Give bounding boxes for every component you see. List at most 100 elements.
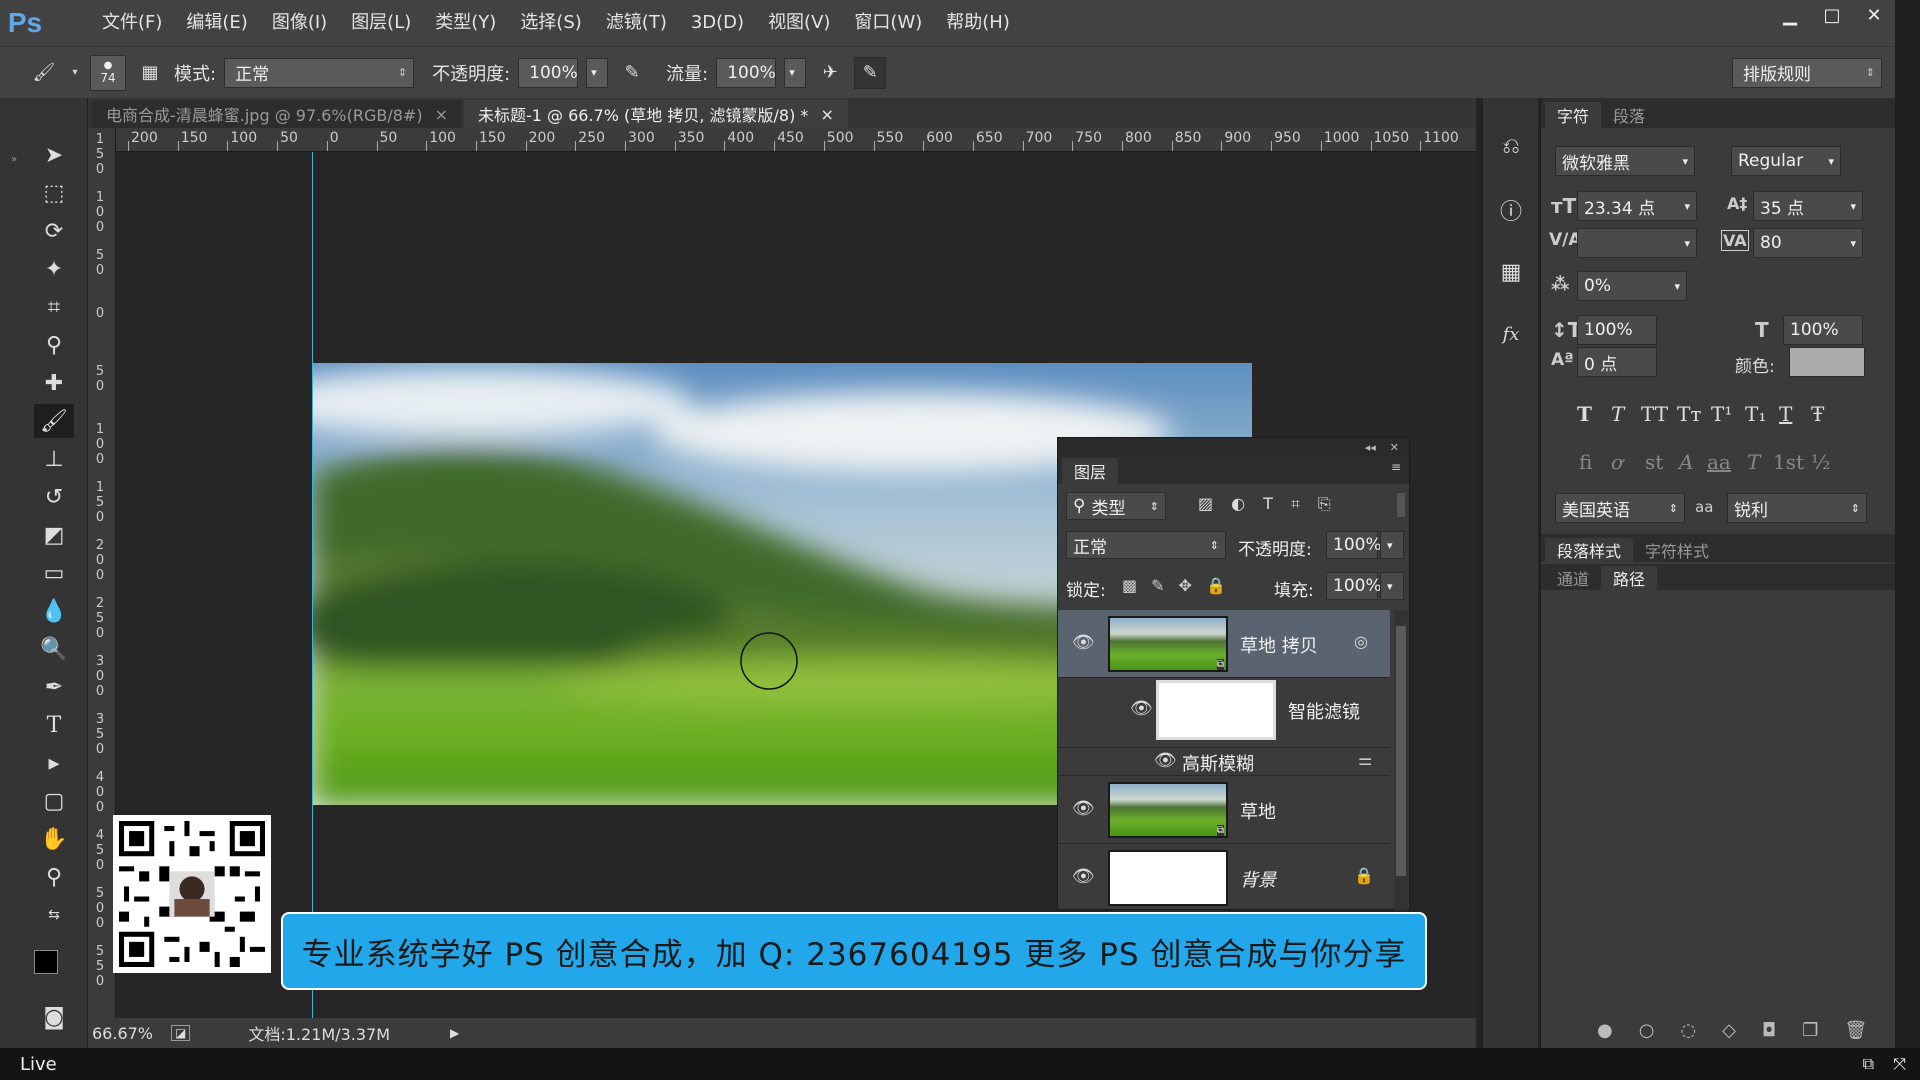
lock-position-icon[interactable]: ✥ [1179, 576, 1192, 595]
filter-shape-icon[interactable]: ⌗ [1291, 494, 1300, 514]
horizontal-ruler[interactable]: 200 150 100 50 0 50 100 150 200 250 300 350 400 450 50… [116, 128, 1476, 152]
stroke-path-icon[interactable]: ○ [1639, 1020, 1655, 1041]
vertical-scale-input[interactable]: 100% [1577, 315, 1657, 345]
history-brush-tool-icon[interactable]: ↺ [34, 480, 74, 514]
strikethrough-button[interactable]: Ŧ [1811, 402, 1824, 426]
path-select-tool-icon[interactable]: ▸ [34, 746, 74, 780]
tab-document-1[interactable]: 电商合成-清晨蜂蜜.jpg @ 97.6%(RGB/8#) × [92, 100, 462, 128]
brush-panel-toggle-icon[interactable]: ▦ [134, 57, 166, 89]
layer-row-gaussian-blur[interactable]: 👁 高斯模糊 ⚌ [1058, 748, 1390, 776]
eye-icon[interactable]: 👁 [1130, 698, 1153, 719]
language-select[interactable]: 美国英语 ⇕ [1555, 493, 1685, 523]
opacity-input[interactable]: 100% [518, 57, 579, 88]
filter-toggle[interactable] [1397, 493, 1405, 517]
horizontal-scale-input[interactable]: 100% [1783, 315, 1863, 345]
filter-adjustment-icon[interactable]: ◐ [1231, 494, 1245, 514]
menu-type[interactable]: 类型(Y) [423, 0, 508, 46]
close-icon[interactable]: ✕ [1853, 0, 1895, 30]
filter-mask-thumbnail[interactable] [1156, 680, 1276, 740]
minimize-icon[interactable]: ▁ [1769, 0, 1811, 30]
layer-filter-select[interactable]: ⚲ 类型 ⇕ [1066, 492, 1166, 520]
load-selection-icon[interactable]: ◌ [1680, 1020, 1696, 1041]
brush-tool-preset-icon[interactable]: 🖌 [28, 57, 60, 89]
move-tool-icon[interactable]: ➤ [34, 138, 74, 172]
tsume-input[interactable]: 0% ▾ [1577, 271, 1687, 301]
maximize-icon[interactable]: □ [1811, 0, 1853, 30]
eye-icon[interactable]: 👁 [1154, 750, 1177, 771]
close-icon[interactable]: × [435, 105, 448, 124]
pen-tool-icon[interactable]: ✒ [34, 670, 74, 704]
blur-tool-icon[interactable]: 💧 [34, 594, 74, 628]
kerning-input[interactable]: ▾ [1577, 228, 1697, 258]
subscript-button[interactable]: T₁ [1745, 402, 1766, 426]
vertical-ruler[interactable]: 1 5 0 1 0 0 5 0 0 5 0 1 0 0 1 5 0 2 0 0 2 5 0 3 0… [88, 128, 116, 1018]
panel-menu-icon[interactable]: ≡ [1391, 460, 1401, 474]
filter-options-icon[interactable]: ⚌ [1358, 750, 1372, 769]
tab-paths[interactable]: 路径 [1601, 566, 1658, 590]
tab-layers[interactable]: 图层 [1062, 458, 1119, 484]
dodge-tool-icon[interactable]: 🔍 [34, 632, 74, 666]
make-work-path-icon[interactable]: ◇ [1722, 1020, 1736, 1041]
layers-scrollbar-thumb[interactable] [1396, 626, 1406, 876]
layer-opacity-dropdown[interactable]: ▾ [1380, 531, 1404, 559]
small-caps-button[interactable]: Tт [1677, 402, 1701, 426]
status-info-icon[interactable]: ◪ [171, 1025, 191, 1041]
eye-icon[interactable]: 👁 [1072, 632, 1095, 653]
shape-tool-icon[interactable]: ▢ [34, 784, 74, 818]
lock-transparent-icon[interactable]: ▩ [1122, 576, 1137, 595]
menu-layer[interactable]: 图层(L) [339, 0, 423, 46]
zoom-level[interactable]: 66.67% [92, 1024, 153, 1043]
lock-all-icon[interactable]: 🔒 [1206, 576, 1226, 595]
menu-image[interactable]: 图像(I) [260, 0, 339, 46]
menu-view[interactable]: 视图(V) [756, 0, 842, 46]
tab-character[interactable]: 字符 [1545, 102, 1602, 128]
layer-row-grass-copy[interactable]: 👁 ⧉ 草地 拷贝 ◎ [1058, 610, 1390, 678]
chevron-down-icon[interactable]: ▾ [68, 57, 82, 89]
gradient-tool-icon[interactable]: ▭ [34, 556, 74, 590]
tab-character-styles[interactable]: 字符样式 [1633, 538, 1721, 562]
tab-paragraph-styles[interactable]: 段落样式 [1545, 538, 1634, 562]
ligature-button[interactable]: fi [1579, 450, 1592, 474]
faux-italic-button[interactable]: T [1611, 402, 1624, 426]
healing-brush-tool-icon[interactable]: ✚ [34, 366, 74, 400]
filter-pixel-icon[interactable]: ▨ [1198, 494, 1213, 514]
fullscreen-exit-icon[interactable]: ⤧ [1893, 1054, 1906, 1074]
tab-document-2[interactable]: 未标题-1 @ 66.7% (草地 拷贝, 滤镜蒙版/8) * × [463, 100, 848, 128]
swash-button[interactable]: A [1679, 450, 1693, 474]
font-size-input[interactable]: 23.34 点 ▾ [1577, 191, 1697, 221]
discretionary-ligature-button[interactable]: ơ [1611, 450, 1623, 474]
info-panel-icon[interactable]: ⓘ [1495, 194, 1527, 226]
titling-button[interactable]: T [1747, 450, 1760, 474]
styles-panel-icon[interactable]: fx [1495, 318, 1527, 350]
marquee-tool-icon[interactable]: ⬚ [34, 176, 74, 210]
swatches-panel-icon[interactable]: ▦ [1495, 256, 1527, 288]
font-style-select[interactable]: Regular ▾ [1731, 146, 1841, 176]
leading-input[interactable]: 35 点 ▾ [1753, 191, 1863, 221]
menu-3d[interactable]: 3D(D) [679, 0, 756, 46]
ordinals-button[interactable]: 1st [1773, 450, 1804, 474]
collapse-icon[interactable]: ◂◂ [1365, 441, 1376, 454]
eye-icon[interactable]: 👁 [1072, 798, 1095, 819]
brush-size-picker[interactable]: ● 74 [90, 54, 126, 91]
mode-select[interactable]: 正常 ⇕ [224, 57, 415, 88]
fill-input[interactable]: 100% [1326, 572, 1382, 600]
pressure-size-icon[interactable]: ✎ [854, 56, 887, 89]
workspace-select[interactable]: 排版规则 ⇕ [1732, 57, 1882, 88]
fill-dropdown[interactable]: ▾ [1380, 572, 1404, 600]
swap-colors-icon[interactable]: ⇆ [34, 898, 74, 932]
ordinals-alt-button[interactable]: aa [1707, 450, 1731, 474]
quick-select-tool-icon[interactable]: ✦ [34, 252, 74, 286]
menu-window[interactable]: 窗口(W) [842, 0, 934, 46]
pressure-opacity-icon[interactable]: ✎ [616, 57, 648, 89]
lasso-tool-icon[interactable]: ⟳ [34, 214, 74, 248]
text-color-swatch[interactable] [1789, 347, 1865, 377]
blend-mode-select[interactable]: 正常 ⇕ [1066, 531, 1226, 559]
all-caps-button[interactable]: TT [1641, 402, 1668, 426]
menu-edit[interactable]: 编辑(E) [174, 0, 259, 46]
stamp-tool-icon[interactable]: ⊥ [34, 442, 74, 476]
airbrush-icon[interactable]: ✈ [814, 57, 846, 89]
tab-paragraph[interactable]: 段落 [1601, 102, 1657, 128]
antialias-select[interactable]: 锐利 ⇕ [1727, 493, 1867, 523]
layer-row-smart-filters[interactable]: 👁 智能滤镜 [1058, 678, 1390, 748]
crop-tool-icon[interactable]: ⌗ [34, 290, 74, 324]
